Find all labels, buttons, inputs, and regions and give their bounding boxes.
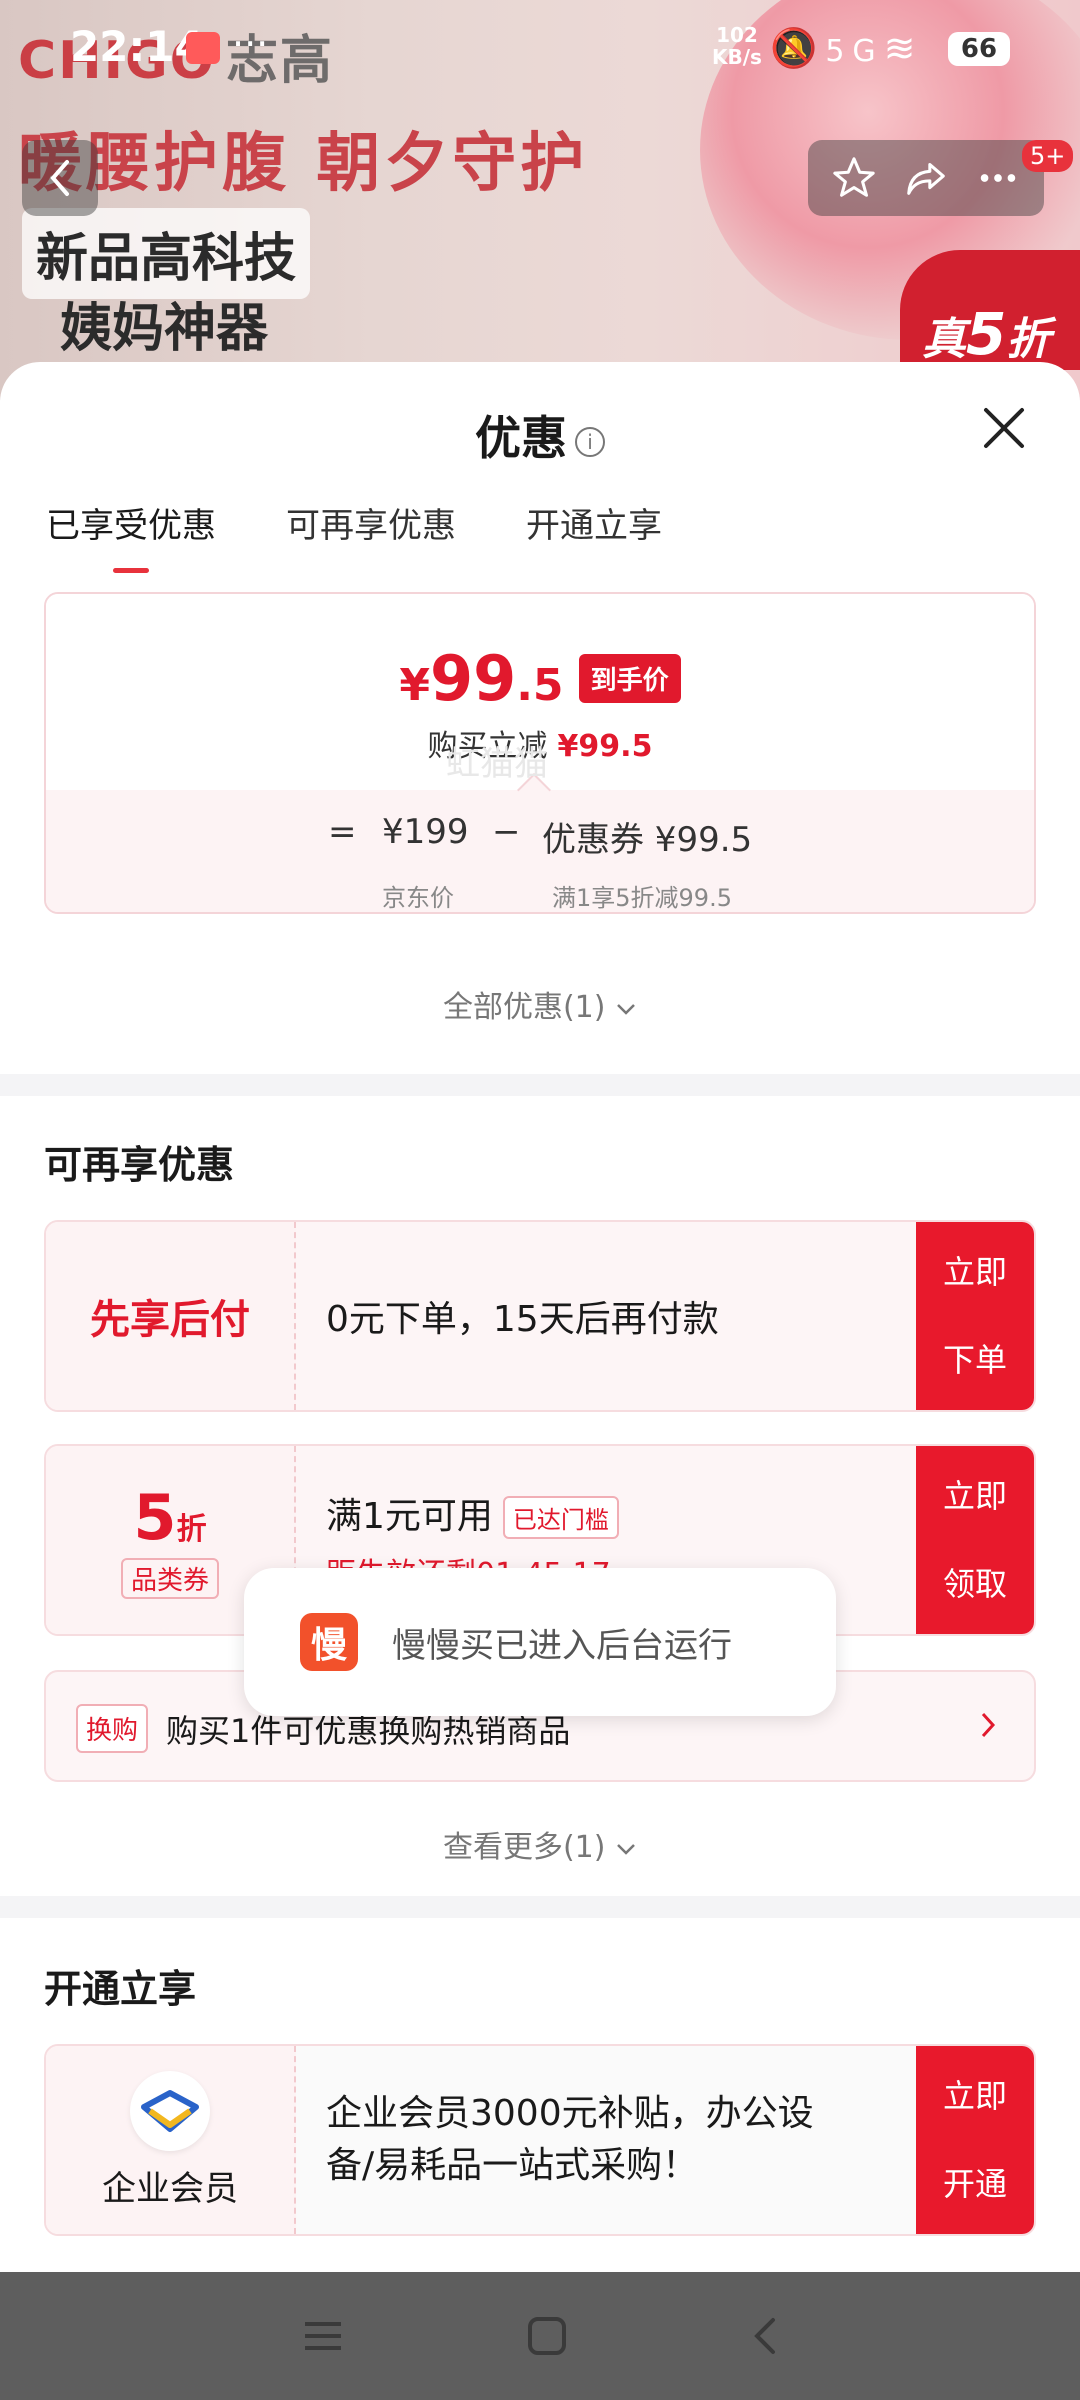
coupon-rule-label: 满1享5折减99.5 [552, 884, 732, 912]
status-icons: 🔕5G≋ [770, 26, 924, 71]
minus-sign: − [492, 812, 521, 852]
share-icon[interactable] [902, 155, 950, 201]
mute-icon: 🔕 [770, 26, 826, 70]
open-enjoy-title: 开通立享 [44, 1967, 197, 2011]
pay-later-left: 先享后付 [46, 1222, 296, 1410]
tab-more-offers[interactable]: 可再享优惠 [286, 498, 456, 573]
order-now-button[interactable]: 立即 下单 [916, 1222, 1034, 1410]
chevron-left-icon [50, 160, 69, 196]
offers-sheet: 优惠 i 已享受优惠 可再享优惠 开通立享 ¥99.5 到手价 购买立减 ¥99.5… [0, 362, 1080, 2272]
toast-message: 慢慢买已进入后台运行 [392, 1625, 732, 1666]
battery-icon: 66 [948, 32, 1010, 66]
tab-enjoyed[interactable]: 已享受优惠 [46, 498, 216, 573]
enterprise-member-text: 企业会员3000元补贴，办公设 备/易耗品一站式采购！ [326, 2093, 814, 2186]
system-navigation-bar [0, 2272, 1080, 2400]
banner-discount-corner: 真5折 [900, 250, 1080, 370]
section-divider [0, 1896, 1080, 1918]
discount-unit: 折 [176, 1512, 207, 1547]
network-speed: 102 KB/s [712, 23, 762, 69]
coupon-type-tag: 品类券 [120, 1558, 219, 1599]
price-breakdown: = ¥199 − 优惠券 ¥99.5 京东价 满1享5折减99.5 [46, 790, 1034, 912]
banner-tag-2: 姨妈神器 [60, 299, 269, 359]
watermark: 虹猫猫 [446, 744, 548, 784]
back-button[interactable] [22, 140, 98, 216]
jd-price-label: 京东价 [382, 884, 454, 912]
home-icon[interactable] [525, 2314, 569, 2358]
chevron-right-icon [981, 1712, 996, 1738]
diamond-icon [141, 2089, 199, 2132]
exchange-tag: 换购 [76, 1704, 149, 1753]
enterprise-member-label: 企业会员 [102, 2168, 238, 2209]
jd-price: ¥199 [382, 812, 469, 852]
threshold-reached-tag: 已达门槛 [502, 1496, 619, 1540]
sheet-title: 优惠 i [0, 402, 1080, 468]
offer-body: 0元下单，15天后再付款 [326, 1222, 914, 1410]
top-actions [808, 140, 1044, 216]
section-divider [0, 1074, 1080, 1096]
final-price-tag: 到手价 [578, 654, 681, 703]
vip-left: 企业会员 [46, 2046, 296, 2234]
chevron-down-icon [617, 1004, 635, 1015]
coupon-amount: 优惠券 ¥99.5 [542, 820, 753, 860]
chevron-down-icon [617, 1844, 635, 1855]
app-icon: 慢 [300, 1613, 358, 1671]
coupon-condition: 满1元可用 已达门槛 [326, 1487, 914, 1540]
signal-icon: 5G [825, 34, 884, 69]
message-badge: 5+ [1022, 140, 1074, 172]
clock: 22:14 [70, 22, 204, 71]
background-toast: 慢 慢慢买已进入后台运行 [244, 1568, 836, 1716]
equals-sign: = [328, 812, 357, 852]
open-now-button[interactable]: 立即 开通 [916, 2046, 1034, 2234]
status-bar: 22:14 ··· 102 KB/s 🔕5G≋ 66 [0, 0, 1080, 100]
wifi-icon: ≋ [883, 26, 924, 70]
back-icon[interactable] [749, 2314, 779, 2358]
enterprise-member-logo [130, 2070, 210, 2151]
more-icon[interactable] [975, 155, 1021, 201]
info-icon[interactable]: i [575, 426, 605, 457]
pay-later-offer: 先享后付 0元下单，15天后再付款 立即 下单 [44, 1220, 1036, 1412]
final-price: ¥99.5 [399, 642, 564, 715]
pay-later-label: 先享后付 [90, 1297, 250, 1343]
see-more-toggle[interactable]: 查看更多(1) [0, 1822, 1080, 1866]
enterprise-member-offer: 企业会员 企业会员3000元补贴，办公设 备/易耗品一站式采购！ 立即 开通 [44, 2044, 1036, 2236]
all-offers-toggle[interactable]: 全部优惠(1) [0, 982, 1080, 1026]
discount-number: 5 [133, 1481, 177, 1554]
pay-later-text: 0元下单，15天后再付款 [326, 1299, 719, 1340]
offer-tabs: 已享受优惠 可再享优惠 开通立享 [46, 498, 662, 573]
tab-open-enjoy[interactable]: 开通立享 [526, 498, 662, 573]
close-icon[interactable] [978, 402, 1030, 454]
menu-icon[interactable] [301, 2316, 345, 2356]
more-notifications-icon: ··· [232, 22, 269, 66]
claim-now-button[interactable]: 立即 领取 [916, 1446, 1034, 1634]
more-offers-title: 可再享优惠 [44, 1143, 235, 1187]
banner-headline: 暖腰护腹 朝夕守护 [18, 127, 589, 201]
offer-body: 企业会员3000元补贴，办公设 备/易耗品一站式采购！ [326, 2046, 914, 2234]
notification-icon [186, 32, 220, 64]
star-icon[interactable] [831, 155, 877, 201]
